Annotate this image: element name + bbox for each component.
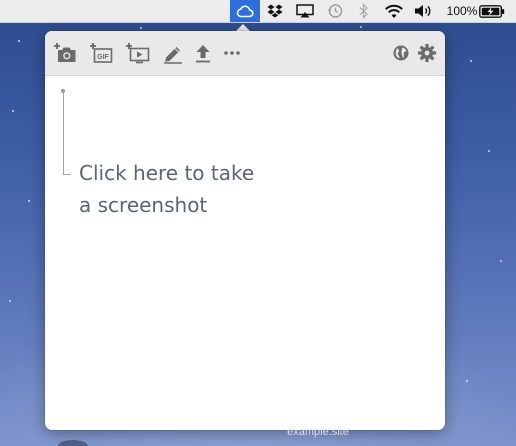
airplay-icon[interactable]: [294, 0, 316, 22]
star: [466, 380, 468, 382]
desktop-partial-label: example.site: [287, 426, 349, 438]
time-machine-glyph: [327, 4, 343, 18]
hint-line-2: a screenshot: [79, 193, 208, 217]
more-icon: [224, 51, 240, 55]
star: [500, 260, 502, 262]
battery-charging-icon[interactable]: [478, 0, 506, 22]
wifi-glyph: [385, 4, 403, 18]
airplay-glyph: [296, 4, 314, 18]
volume-icon[interactable]: [412, 0, 436, 22]
volume-glyph: [415, 5, 431, 17]
popover-toolbar: GIF: [45, 31, 445, 76]
star: [12, 110, 14, 112]
record-video-button[interactable]: [125, 41, 151, 65]
star: [488, 150, 490, 152]
star: [9, 300, 11, 302]
record-gif-button[interactable]: GIF: [89, 41, 115, 65]
star: [18, 40, 20, 42]
gear-icon: [418, 44, 436, 62]
screen-record-add-icon: [126, 43, 150, 64]
annotate-button[interactable]: [160, 41, 186, 65]
open-web-button[interactable]: [388, 41, 414, 65]
gif-icon-label: GIF: [97, 54, 109, 61]
gif-add-icon: GIF: [90, 43, 113, 63]
star: [140, 27, 142, 29]
bluetooth-icon[interactable]: [354, 0, 374, 22]
battery-percent[interactable]: 100%: [447, 0, 478, 22]
hint-line-1: Click here to take: [79, 161, 255, 185]
annotate-pen-icon: [164, 47, 182, 64]
dock-edge: [58, 440, 88, 446]
star: [470, 60, 472, 62]
upload-icon: [196, 45, 210, 63]
settings-button[interactable]: [414, 41, 440, 65]
cloud-icon: [236, 5, 254, 18]
cloudapp-menu-icon[interactable]: [230, 0, 260, 22]
hint-line-horizontal: [62, 174, 71, 175]
empty-state-hint[interactable]: Click here to take a screenshot: [79, 157, 339, 221]
star: [28, 200, 30, 202]
more-button[interactable]: [219, 41, 245, 65]
dropbox-glyph: [267, 4, 283, 18]
battery-glyph: [479, 4, 505, 18]
take-screenshot-area[interactable]: [45, 76, 445, 430]
menu-bar: 100%: [0, 0, 516, 23]
take-screenshot-button[interactable]: [53, 41, 79, 65]
desktop: 100% GIF Click here to take a screenshot…: [0, 0, 516, 446]
hint-line-vertical: [62, 93, 64, 175]
upload-button[interactable]: [190, 41, 216, 65]
bluetooth-glyph: [359, 3, 368, 19]
time-machine-icon[interactable]: [324, 0, 346, 22]
wifi-icon[interactable]: [381, 0, 407, 22]
globe-icon: [393, 45, 409, 61]
cloudapp-popover: GIF Click here to take a screenshot: [45, 31, 445, 430]
camera-add-icon: [54, 43, 76, 62]
dropbox-icon[interactable]: [264, 0, 286, 22]
star: [360, 26, 362, 28]
